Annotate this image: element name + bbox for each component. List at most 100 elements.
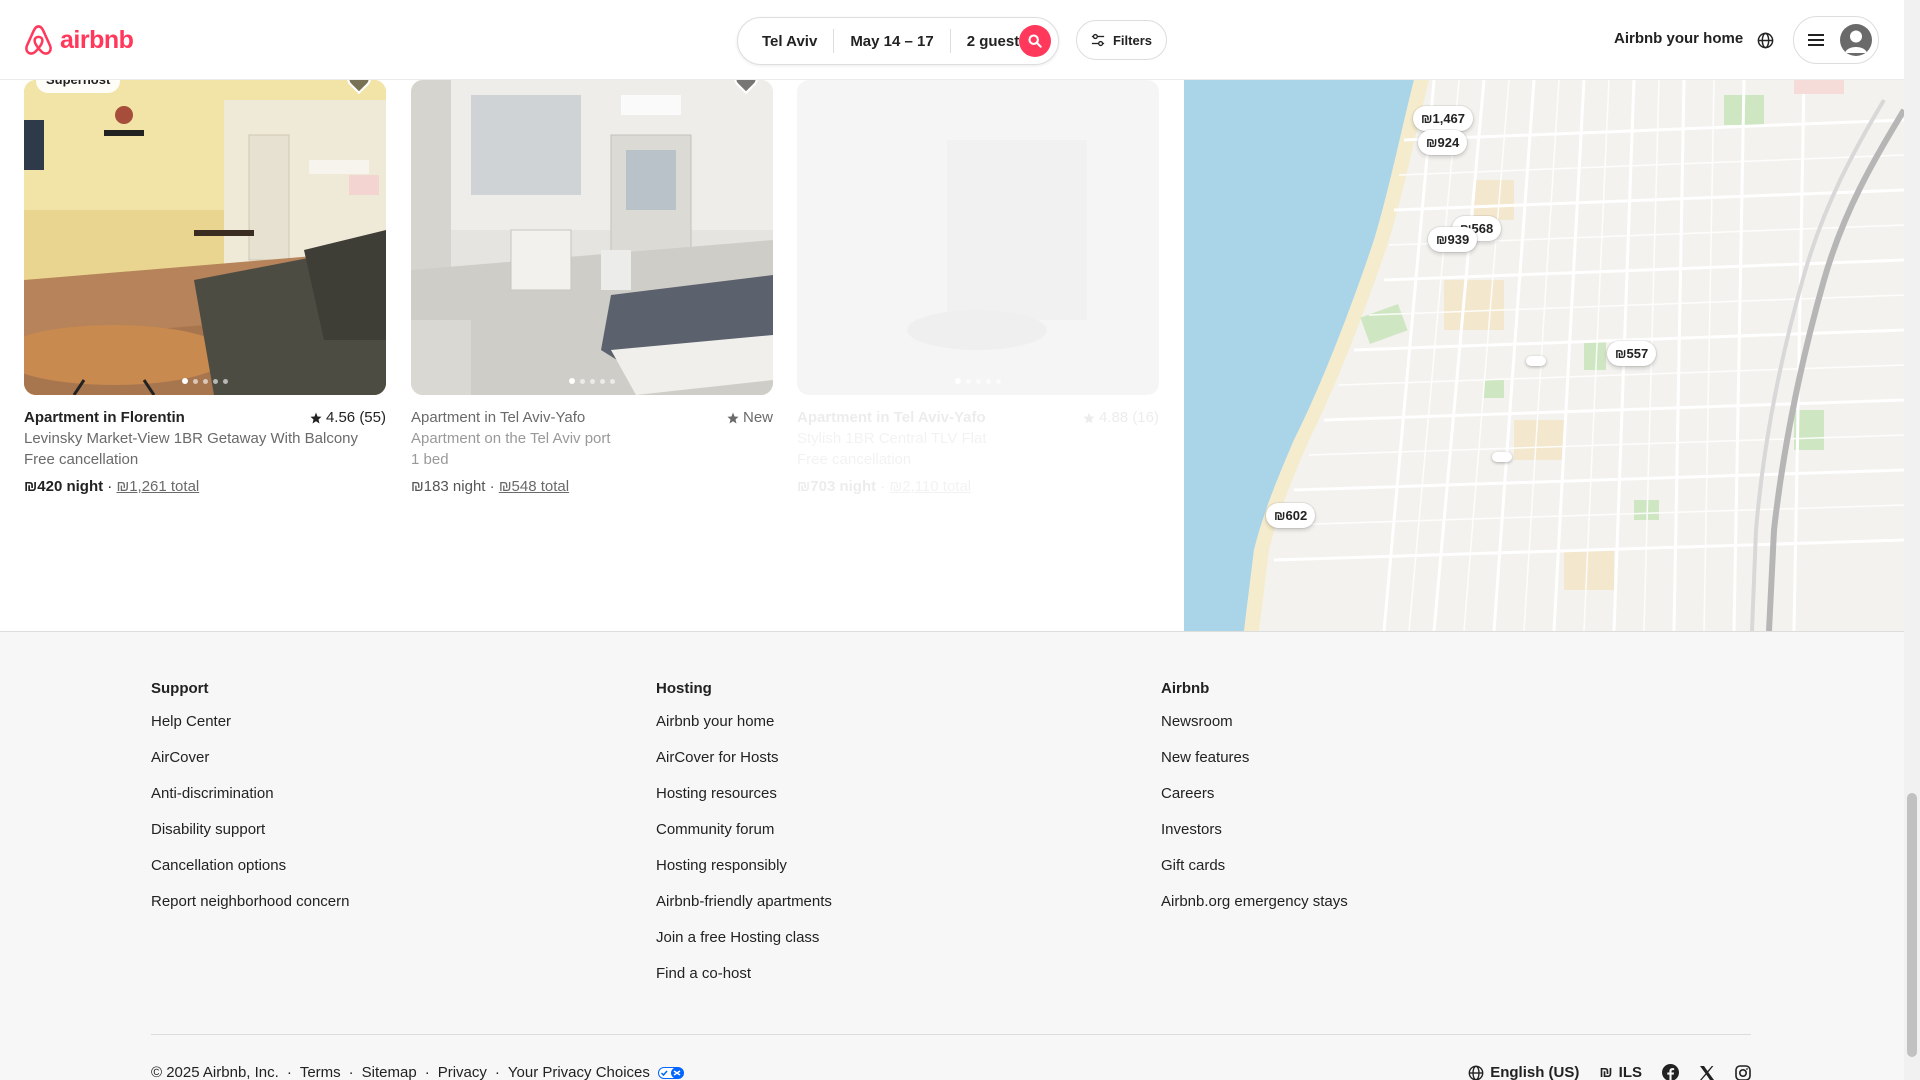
search-bar[interactable]: Tel Aviv May 14 – 17 2 guests [737,17,1059,65]
star-icon [727,412,739,423]
star-icon [310,412,322,423]
listing-price: ₪183 night · ₪548 total [411,478,570,495]
star-icon [1083,412,1095,423]
footer-link[interactable]: AirCover for Hosts [656,747,832,768]
footer-link[interactable]: Hosting resources [656,783,832,804]
listing-info: Apartment in Florentin 4.56 (55) Levinsk… [24,395,386,497]
listing-description: Levinsky Market-View 1BR Getaway With Ba… [24,430,359,447]
map-tiles-image [1184,80,1904,631]
footer-heading: Airbnb [1161,680,1210,697]
avatar [1840,24,1872,56]
listing-info: Apartment in Tel Aviv-Yafo 4.88 (16) Sty… [797,395,1159,497]
currency-label: ILS [1618,1064,1642,1080]
language-button[interactable] [1752,27,1778,53]
listing-photo[interactable] [411,80,773,395]
map-price-pin[interactable]: ₪602 [1266,503,1316,528]
airbnb-wordmark: airbnb [60,25,134,54]
photo-carousel-dots [182,378,228,384]
footer-hosting-column: Hosting Airbnb your home AirCover for Ho… [656,680,832,999]
listing-price: ₪703 night · ₪2,110 total [797,478,972,495]
listing-rating: New [727,407,773,428]
scrollbar-thumb[interactable] [1907,793,1917,1057]
nightly-price: ₪703 night [797,478,877,495]
footer-link[interactable]: Airbnb.org emergency stays [1161,891,1348,912]
footer-link[interactable]: New features [1161,747,1348,768]
heart-icon[interactable] [346,80,372,96]
sliders-icon [1091,33,1105,47]
listing-rating: 4.56 (55) [310,407,386,428]
privacy-link[interactable]: Privacy [438,1064,487,1080]
listing-photo[interactable]: Superhost [24,80,386,395]
apartment-photo-image [24,80,386,395]
airbnb-logo[interactable]: airbnb [23,23,134,57]
footer-link[interactable]: Anti-discrimination [151,783,349,804]
apartment-photo-image [411,80,773,395]
listing-photo[interactable] [797,80,1159,395]
footer-link[interactable]: Airbnb your home [656,711,832,732]
footer-link[interactable]: Disability support [151,819,349,840]
photo-carousel-dots [955,378,1001,384]
filters-label: Filters [1112,32,1152,48]
footer-link[interactable]: Help Center [151,711,349,732]
footer-link[interactable]: Report neighborhood concern [151,891,349,912]
privacy-choices-link[interactable]: Your Privacy Choices [508,1064,650,1080]
x-twitter-icon[interactable] [1699,1065,1715,1080]
currency-symbol: ₪ [1599,1064,1613,1080]
map-marker[interactable] [1526,356,1546,366]
listing-card[interactable]: Apartment in Tel Aviv-Yafo 4.88 (16) Sty… [797,80,1159,497]
language-selector[interactable]: English (US) [1468,1064,1579,1080]
user-menu-button[interactable] [1793,16,1879,64]
footer-link[interactable]: Newsroom [1161,711,1348,732]
instagram-icon[interactable] [1735,1064,1751,1080]
footer-link[interactable]: Find a co-host [656,963,832,984]
map-price-pin[interactable]: ₪1,467 [1413,106,1474,131]
footer-airbnb-column: Airbnb Newsroom New features Careers Inv… [1161,680,1348,927]
heart-icon[interactable] [733,80,759,96]
map-price-pin[interactable]: ₪924 [1418,130,1468,155]
facebook-icon[interactable] [1662,1064,1679,1080]
search-location[interactable]: Tel Aviv [762,33,817,50]
copyright-text: © 2025 Airbnb, Inc. [151,1064,279,1080]
footer-link[interactable]: Hosting responsibly [656,855,832,876]
filters-button[interactable]: Filters [1076,20,1167,60]
top-header: airbnb Tel Aviv May 14 – 17 2 guests Fil… [0,0,1904,80]
search-icon [1028,34,1042,48]
sitemap-link[interactable]: Sitemap [362,1064,417,1080]
listing-price: ₪420 night · ₪1,261 total [24,478,200,495]
page-scrollbar[interactable] [1904,0,1920,1080]
footer-divider [151,1034,1751,1035]
separator-dot: · [348,1064,354,1080]
footer-link[interactable]: Gift cards [1161,855,1348,876]
airbnb-your-home-link[interactable]: Airbnb your home [1614,30,1743,47]
listing-card[interactable]: Apartment in Tel Aviv-Yafo New Apartment… [411,80,773,497]
rating-value: 4.88 (16) [1098,409,1159,426]
listing-description: Stylish 1BR Central TLV Flat [797,430,987,447]
listing-card[interactable]: Superhost Apartment in Florentin 4.56 (5… [24,80,386,497]
search-button[interactable] [1019,25,1051,57]
footer-link[interactable]: Investors [1161,819,1348,840]
footer-link[interactable]: Join a free Hosting class [656,927,832,948]
map-marker[interactable] [1492,452,1512,462]
listing-cancellation: Free cancellation [797,451,912,468]
listing-description: Apartment on the Tel Aviv port [411,430,611,447]
terms-link[interactable]: Terms [300,1064,341,1080]
map[interactable]: ₪1,467 ₪924 ₪568 ₪939 ₪557 ₪602 [1184,80,1904,631]
total-price-link[interactable]: ₪548 total [499,478,569,495]
currency-selector[interactable]: ₪ ILS [1599,1064,1642,1080]
globe-icon [1757,32,1773,48]
map-price-pin[interactable]: ₪557 [1607,341,1657,366]
map-price-pin[interactable]: ₪939 [1428,227,1478,252]
footer-link[interactable]: Cancellation options [151,855,349,876]
listing-rating: 4.88 (16) [1083,407,1159,428]
search-dates[interactable]: May 14 – 17 [850,33,933,50]
footer-link[interactable]: AirCover [151,747,349,768]
listing-cancellation: Free cancellation [24,451,139,468]
hamburger-icon [1808,34,1824,46]
privacy-toggle-icon [657,1066,684,1079]
footer-link[interactable]: Airbnb-friendly apartments [656,891,832,912]
total-price-link[interactable]: ₪1,261 total [116,478,199,495]
total-price-link[interactable]: ₪2,110 total [889,478,971,495]
listing-info: Apartment in Tel Aviv-Yafo New Apartment… [411,395,773,497]
footer-link[interactable]: Careers [1161,783,1348,804]
footer-link[interactable]: Community forum [656,819,832,840]
